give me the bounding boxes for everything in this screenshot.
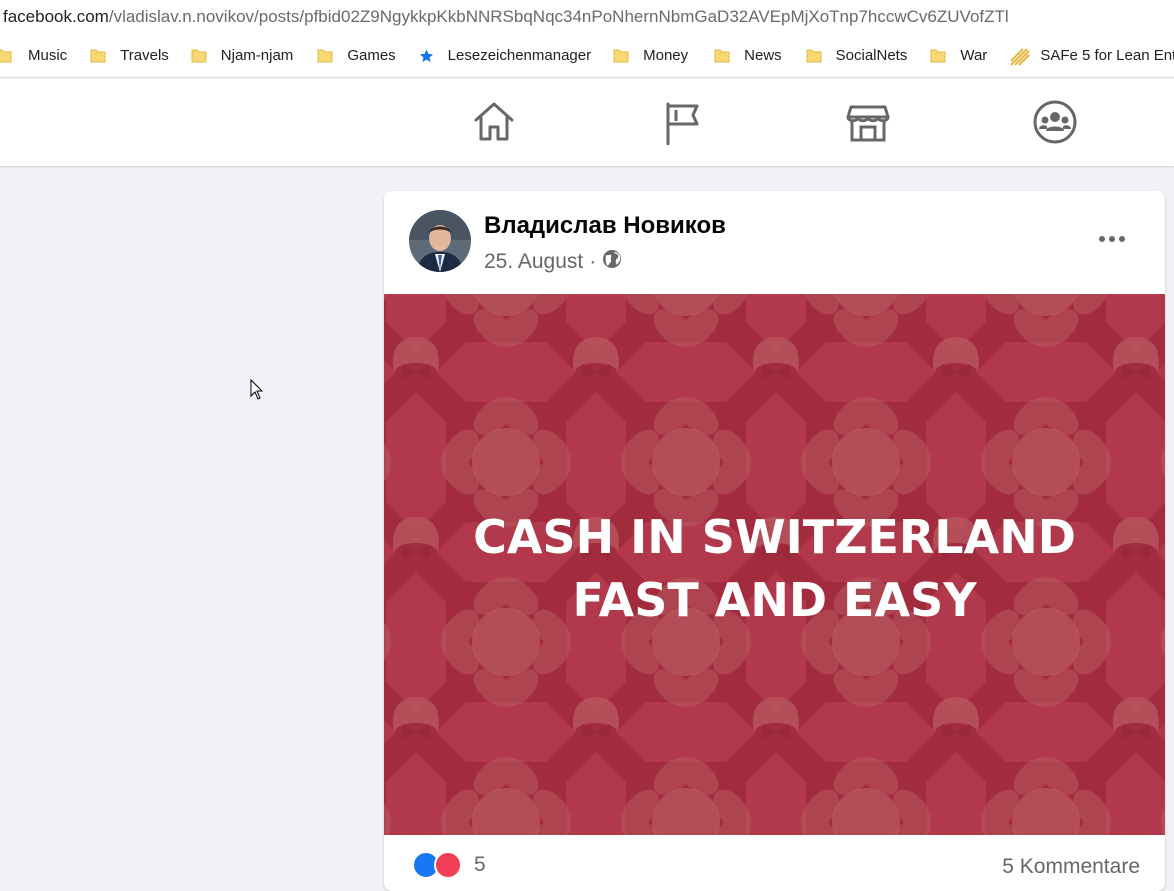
bookmark-music[interactable]: Music: [0, 33, 68, 77]
reactions-summary[interactable]: 5: [412, 851, 486, 879]
post-image[interactable]: CASH IN SWITZERLAND FAST AND EASY: [384, 294, 1165, 835]
url-host: facebook.com: [3, 6, 109, 26]
safe-icon: [1010, 47, 1031, 66]
mouse-cursor-icon: [250, 379, 264, 400]
bookmark-label: Lesezeichenmanager: [447, 46, 592, 64]
post-image-headline: CASH IN SWITZERLAND FAST AND EASY: [384, 506, 1165, 632]
post-date[interactable]: 25. August: [484, 250, 583, 274]
bookmark-money[interactable]: Money: [613, 33, 689, 77]
pages-flag-icon[interactable]: [660, 99, 706, 146]
post-author-name[interactable]: Владислав Новиков: [484, 212, 726, 240]
url-path: /vladislav.n.novikov/posts/pfbid02Z9Ngyk…: [108, 6, 1009, 26]
comments-count-link[interactable]: 5 Kommentare: [1002, 855, 1140, 879]
home-icon[interactable]: [471, 99, 517, 145]
bookmark-safe[interactable]: SAFe 5 for Lean Ent...: [1010, 33, 1174, 77]
bookmark-news[interactable]: News: [714, 33, 782, 77]
bookmark-njam-njam[interactable]: Njam-njam: [191, 33, 294, 77]
more-options-button[interactable]: [1094, 221, 1130, 257]
folder-icon: [191, 48, 207, 63]
meta-separator: ·: [589, 250, 597, 273]
author-avatar[interactable]: [409, 210, 471, 272]
bookmark-label: Njam-njam: [220, 46, 294, 64]
folder-icon: [714, 48, 730, 63]
bookmark-lesezeichenmanager[interactable]: Lesezeichenmanager: [418, 33, 592, 77]
facebook-top-nav: [0, 79, 1174, 166]
address-bar[interactable]: facebook.com/vladislav.n.novikov/posts/p…: [0, 0, 1174, 33]
star-icon: [418, 48, 434, 63]
headline-line-1: CASH IN SWITZERLAND: [473, 510, 1076, 564]
bookmark-games[interactable]: Games: [317, 33, 396, 77]
folder-icon: [0, 48, 12, 63]
bookmarks-bar: Music Travels Njam-njam Games Lesezeiche…: [0, 33, 1174, 78]
bookmark-label: SocialNets: [835, 46, 908, 64]
marketplace-icon[interactable]: [845, 99, 891, 145]
folder-icon: [613, 48, 629, 63]
post-meta: 25. August ·: [484, 249, 622, 275]
bookmark-label: War: [960, 46, 988, 64]
bookmark-label: Games: [347, 46, 396, 64]
bookmark-label: News: [744, 46, 782, 64]
ellipsis-icon: [1099, 236, 1125, 242]
headline-line-2: FAST AND EASY: [572, 573, 977, 627]
bookmark-label: Money: [643, 46, 689, 64]
bookmark-label: Travels: [120, 46, 169, 64]
folder-icon: [90, 48, 106, 63]
love-reaction-icon: [434, 851, 462, 879]
folder-icon: [806, 48, 822, 63]
bookmark-label: Music: [28, 46, 68, 64]
bookmark-war[interactable]: War: [930, 33, 988, 77]
folder-icon: [930, 48, 946, 63]
bookmark-label: SAFe 5 for Lean Ent...: [1040, 46, 1174, 64]
bookmark-socialnets[interactable]: SocialNets: [806, 33, 908, 77]
post-card: Владислав Новиков 25. August · CASH IN S…: [384, 191, 1165, 891]
groups-icon[interactable]: [1032, 99, 1078, 145]
bookmark-travels[interactable]: Travels: [90, 33, 169, 77]
globe-icon: [602, 249, 622, 275]
reaction-count: 5: [474, 853, 486, 876]
folder-icon: [317, 48, 333, 63]
